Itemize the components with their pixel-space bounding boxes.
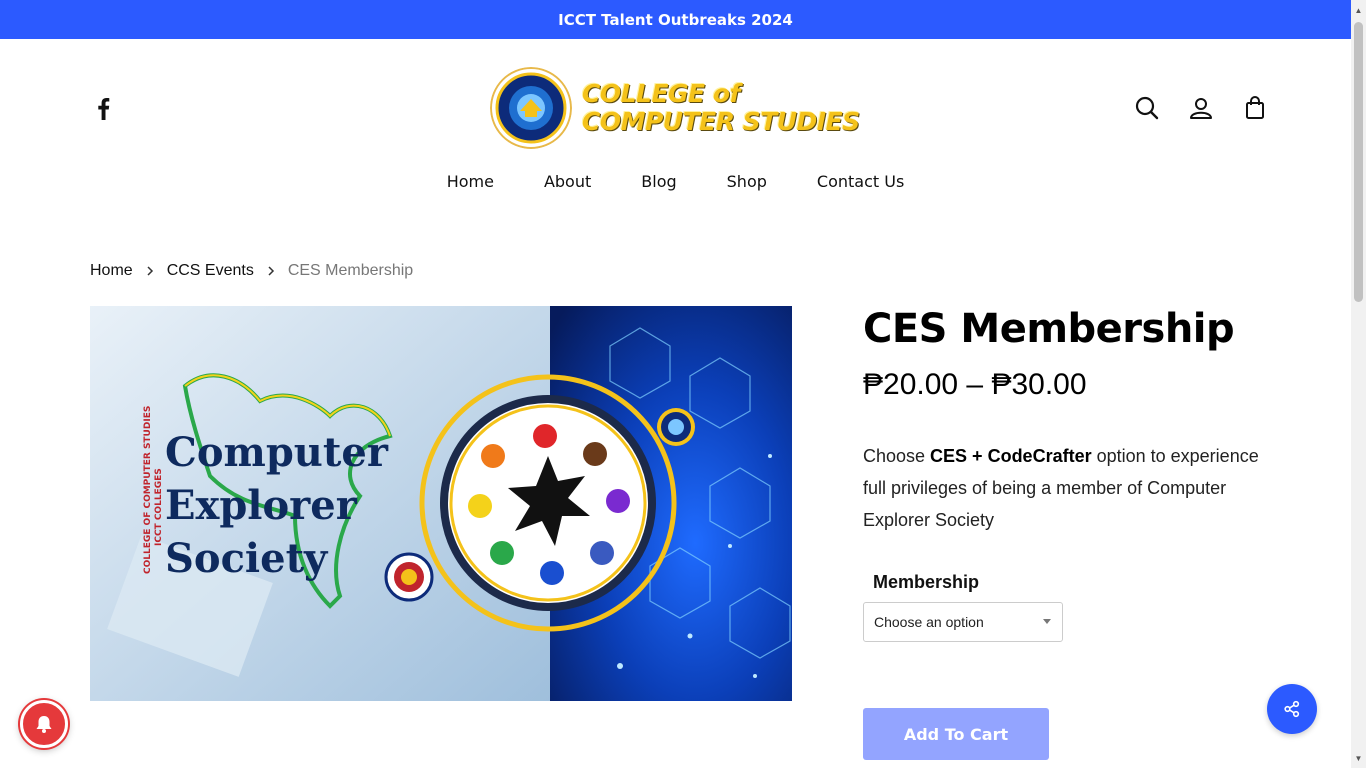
page-scrollbar[interactable]: ▲ ▼ <box>1351 0 1366 768</box>
image-side-text-2: ICCT COLLEGES <box>154 468 164 546</box>
image-title-line-1: Computer <box>165 429 389 476</box>
nav-about[interactable]: About <box>544 172 591 191</box>
chevron-right-icon <box>268 266 274 276</box>
account-icon[interactable] <box>1188 95 1214 121</box>
scroll-up-arrow[interactable]: ▲ <box>1351 0 1366 20</box>
product-image[interactable]: Computer Explorer Society COLLEGE OF COM… <box>90 306 792 701</box>
breadcrumb-category[interactable]: CCS Events <box>167 262 254 280</box>
announcement-bar: ICCT Talent Outbreaks 2024 <box>0 0 1351 39</box>
search-icon[interactable] <box>1134 95 1160 121</box>
bell-icon <box>36 716 52 733</box>
description-text-start: Choose <box>863 446 931 466</box>
share-button[interactable] <box>1267 684 1317 734</box>
membership-label: Membership <box>873 572 980 592</box>
nav-home[interactable]: Home <box>447 172 494 191</box>
image-title-line-2: Explorer <box>165 482 358 529</box>
nav-blog[interactable]: Blog <box>641 172 676 191</box>
product-description: Choose CES + CodeCrafter option to exper… <box>863 440 1263 536</box>
cart-bag-icon[interactable] <box>1242 95 1268 121</box>
price-range: ₱20.00 – ₱30.00 <box>863 368 1087 401</box>
logo-line-1: COLLEGE of <box>582 79 740 108</box>
logo-line-2: COMPUTER STUDIES <box>582 107 860 136</box>
notification-bell-button[interactable] <box>20 700 68 748</box>
membership-select-value: Choose an option <box>874 614 984 630</box>
college-seal-logo <box>490 67 572 149</box>
nav-contact-us[interactable]: Contact Us <box>817 172 904 191</box>
description-highlight: CES + CodeCrafter <box>930 446 1092 466</box>
main-nav: Home About Blog Shop Contact Us <box>0 172 1351 191</box>
chevron-right-icon <box>147 266 153 276</box>
site-logo[interactable]: COLLEGE of COMPUTER STUDIES <box>490 66 870 150</box>
image-side-text-1: COLLEGE OF COMPUTER STUDIES <box>143 406 153 574</box>
dropdown-caret-icon <box>1043 619 1051 624</box>
announcement-text: ICCT Talent Outbreaks 2024 <box>558 10 793 29</box>
share-icon <box>1284 700 1300 718</box>
scroll-thumb[interactable] <box>1354 22 1363 302</box>
breadcrumb: Home CCS Events CES Membership <box>90 262 413 280</box>
header-actions <box>1134 95 1268 121</box>
logo-wordmark: COLLEGE of COMPUTER STUDIES <box>582 80 860 136</box>
breadcrumb-current: CES Membership <box>287 262 414 279</box>
image-title-line-3: Society <box>165 535 329 582</box>
membership-select[interactable]: Choose an option <box>863 602 1063 642</box>
nav-shop[interactable]: Shop <box>727 172 767 191</box>
product-title: CES Membership <box>863 306 1235 352</box>
add-to-cart-button[interactable]: Add To Cart <box>863 708 1049 760</box>
facebook-icon[interactable] <box>94 96 114 120</box>
breadcrumb-home[interactable]: Home <box>90 262 133 280</box>
scroll-down-arrow[interactable]: ▼ <box>1351 748 1366 768</box>
